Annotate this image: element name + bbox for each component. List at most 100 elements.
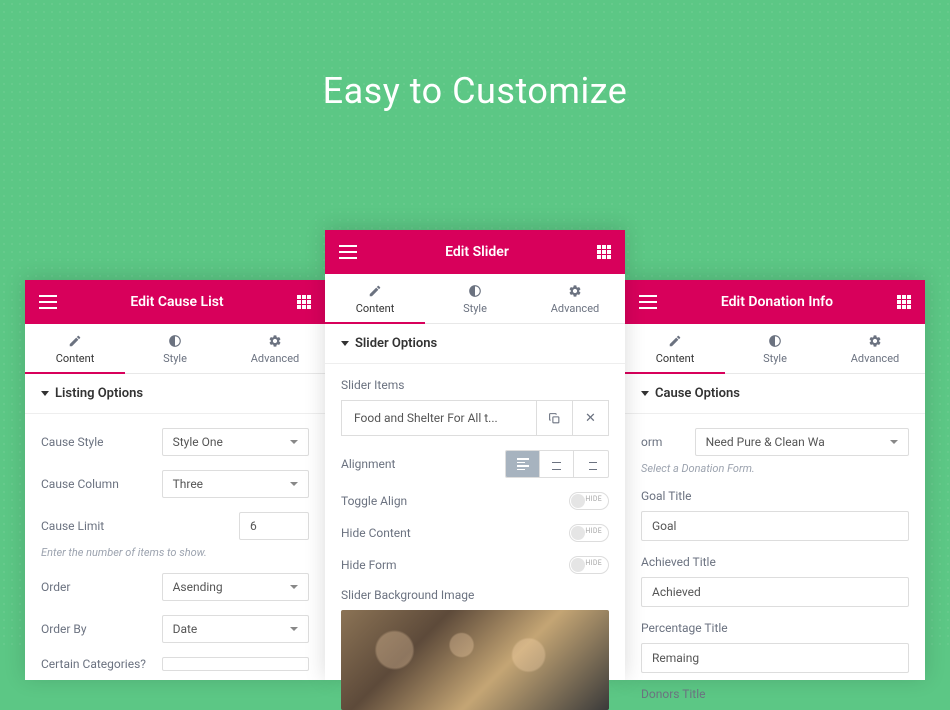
align-center-button[interactable] bbox=[540, 451, 574, 477]
hide-form-switch[interactable]: HIDE bbox=[569, 556, 609, 574]
align-right-icon bbox=[585, 458, 597, 470]
chevron-down-icon bbox=[290, 482, 298, 486]
menu-icon[interactable] bbox=[39, 295, 57, 309]
form-label: orm bbox=[641, 435, 695, 449]
goal-title-input[interactable]: Goal bbox=[641, 511, 909, 541]
tab-content[interactable]: Content bbox=[625, 324, 725, 373]
align-center-icon bbox=[551, 458, 563, 470]
cause-limit-label: Cause Limit bbox=[41, 519, 162, 533]
toggle-knob bbox=[571, 494, 585, 508]
toggle-knob bbox=[571, 558, 585, 572]
panel-donation-info: Edit Donation Info Content Style Advance… bbox=[625, 280, 925, 680]
tab-label: Advanced bbox=[251, 352, 299, 365]
tab-advanced[interactable]: Advanced bbox=[225, 324, 325, 373]
input-value: 6 bbox=[250, 519, 257, 533]
contrast-icon bbox=[468, 284, 482, 298]
cause-style-label: Cause Style bbox=[41, 435, 162, 449]
section-header[interactable]: Slider Options bbox=[325, 324, 625, 364]
background-image-preview[interactable] bbox=[341, 610, 609, 710]
copy-icon bbox=[548, 412, 561, 425]
section-body: Slider Items Food and Shelter For All t.… bbox=[325, 364, 625, 710]
achieved-title-label: Achieved Title bbox=[641, 555, 909, 569]
caret-down-icon bbox=[641, 391, 649, 396]
form-select[interactable]: Need Pure & Clean Wa bbox=[695, 428, 909, 456]
tab-content[interactable]: Content bbox=[325, 274, 425, 323]
pencil-icon bbox=[368, 284, 382, 298]
section-header[interactable]: Cause Options bbox=[625, 374, 925, 414]
tab-bar: Content Style Advanced bbox=[625, 324, 925, 374]
gear-icon bbox=[268, 334, 282, 348]
tab-label: Content bbox=[56, 352, 95, 365]
align-right-button[interactable] bbox=[574, 451, 608, 477]
menu-icon[interactable] bbox=[339, 245, 357, 259]
cause-limit-input[interactable]: 6 bbox=[239, 512, 309, 540]
toggle-label: HIDE bbox=[585, 559, 602, 567]
slider-items-label: Slider Items bbox=[341, 378, 609, 392]
align-left-icon bbox=[517, 458, 529, 470]
panel-header: Edit Slider bbox=[325, 230, 625, 274]
hide-form-label: Hide Form bbox=[341, 558, 462, 572]
tab-label: Content bbox=[656, 352, 695, 365]
apps-grid-icon[interactable] bbox=[297, 295, 311, 309]
section-title: Cause Options bbox=[655, 386, 740, 401]
select-value: Three bbox=[173, 477, 203, 491]
cause-style-select[interactable]: Style One bbox=[162, 428, 309, 456]
certain-categories-input[interactable] bbox=[162, 657, 309, 671]
section-title: Slider Options bbox=[355, 336, 437, 351]
tab-label: Style bbox=[163, 352, 187, 365]
tab-label: Style bbox=[763, 352, 787, 365]
tab-style[interactable]: Style bbox=[725, 324, 825, 373]
contrast-icon bbox=[168, 334, 182, 348]
goal-title-label: Goal Title bbox=[641, 489, 909, 503]
toggle-label: HIDE bbox=[585, 527, 602, 535]
order-by-select[interactable]: Date bbox=[162, 615, 309, 643]
menu-icon[interactable] bbox=[639, 295, 657, 309]
panel-title: Edit Donation Info bbox=[657, 294, 897, 310]
section-body: Cause Style Style One Cause Column Three… bbox=[25, 414, 325, 671]
cause-limit-hint: Enter the number of items to show. bbox=[41, 546, 309, 559]
hero-title: Easy to Customize bbox=[0, 0, 950, 112]
panel-title: Edit Slider bbox=[357, 244, 597, 260]
select-value: Need Pure & Clean Wa bbox=[706, 435, 825, 449]
copy-button[interactable] bbox=[536, 401, 572, 435]
tab-label: Content bbox=[356, 302, 395, 315]
order-label: Order bbox=[41, 580, 162, 594]
percentage-title-input[interactable]: Remaing bbox=[641, 643, 909, 673]
chevron-down-icon bbox=[290, 585, 298, 589]
gear-icon bbox=[868, 334, 882, 348]
apps-grid-icon[interactable] bbox=[897, 295, 911, 309]
caret-down-icon bbox=[341, 341, 349, 346]
panel-slider: Edit Slider Content Style Advanced Slide… bbox=[325, 230, 625, 680]
input-value: Achieved bbox=[652, 585, 701, 599]
tab-label: Style bbox=[463, 302, 487, 315]
pencil-icon bbox=[68, 334, 82, 348]
form-hint: Select a Donation Form. bbox=[641, 462, 909, 475]
hide-content-label: Hide Content bbox=[341, 526, 462, 540]
bg-image-label: Slider Background Image bbox=[341, 588, 609, 602]
section-header[interactable]: Listing Options bbox=[25, 374, 325, 414]
section-title: Listing Options bbox=[55, 386, 143, 401]
hide-content-switch[interactable]: HIDE bbox=[569, 524, 609, 542]
donors-title-label: Donors Title bbox=[641, 687, 909, 701]
tab-style[interactable]: Style bbox=[125, 324, 225, 373]
panel-cause-list: Edit Cause List Content Style Advanced L… bbox=[25, 280, 325, 680]
close-icon: ✕ bbox=[585, 411, 596, 426]
section-body: orm Need Pure & Clean Wa Select a Donati… bbox=[625, 414, 925, 701]
tab-style[interactable]: Style bbox=[425, 274, 525, 323]
panels-container: Edit Cause List Content Style Advanced L… bbox=[0, 230, 950, 650]
close-button[interactable]: ✕ bbox=[572, 401, 608, 435]
tab-content[interactable]: Content bbox=[25, 324, 125, 373]
apps-grid-icon[interactable] bbox=[597, 245, 611, 259]
tab-bar: Content Style Advanced bbox=[25, 324, 325, 374]
cause-column-select[interactable]: Three bbox=[162, 470, 309, 498]
align-left-button[interactable] bbox=[506, 451, 540, 477]
slider-item-title[interactable]: Food and Shelter For All t... bbox=[342, 401, 536, 435]
tab-advanced[interactable]: Advanced bbox=[825, 324, 925, 373]
panel-header: Edit Cause List bbox=[25, 280, 325, 324]
toggle-align-label: Toggle Align bbox=[341, 494, 462, 508]
toggle-align-switch[interactable]: HIDE bbox=[569, 492, 609, 510]
order-select[interactable]: Asending bbox=[162, 573, 309, 601]
order-by-label: Order By bbox=[41, 622, 162, 636]
achieved-title-input[interactable]: Achieved bbox=[641, 577, 909, 607]
tab-advanced[interactable]: Advanced bbox=[525, 274, 625, 323]
